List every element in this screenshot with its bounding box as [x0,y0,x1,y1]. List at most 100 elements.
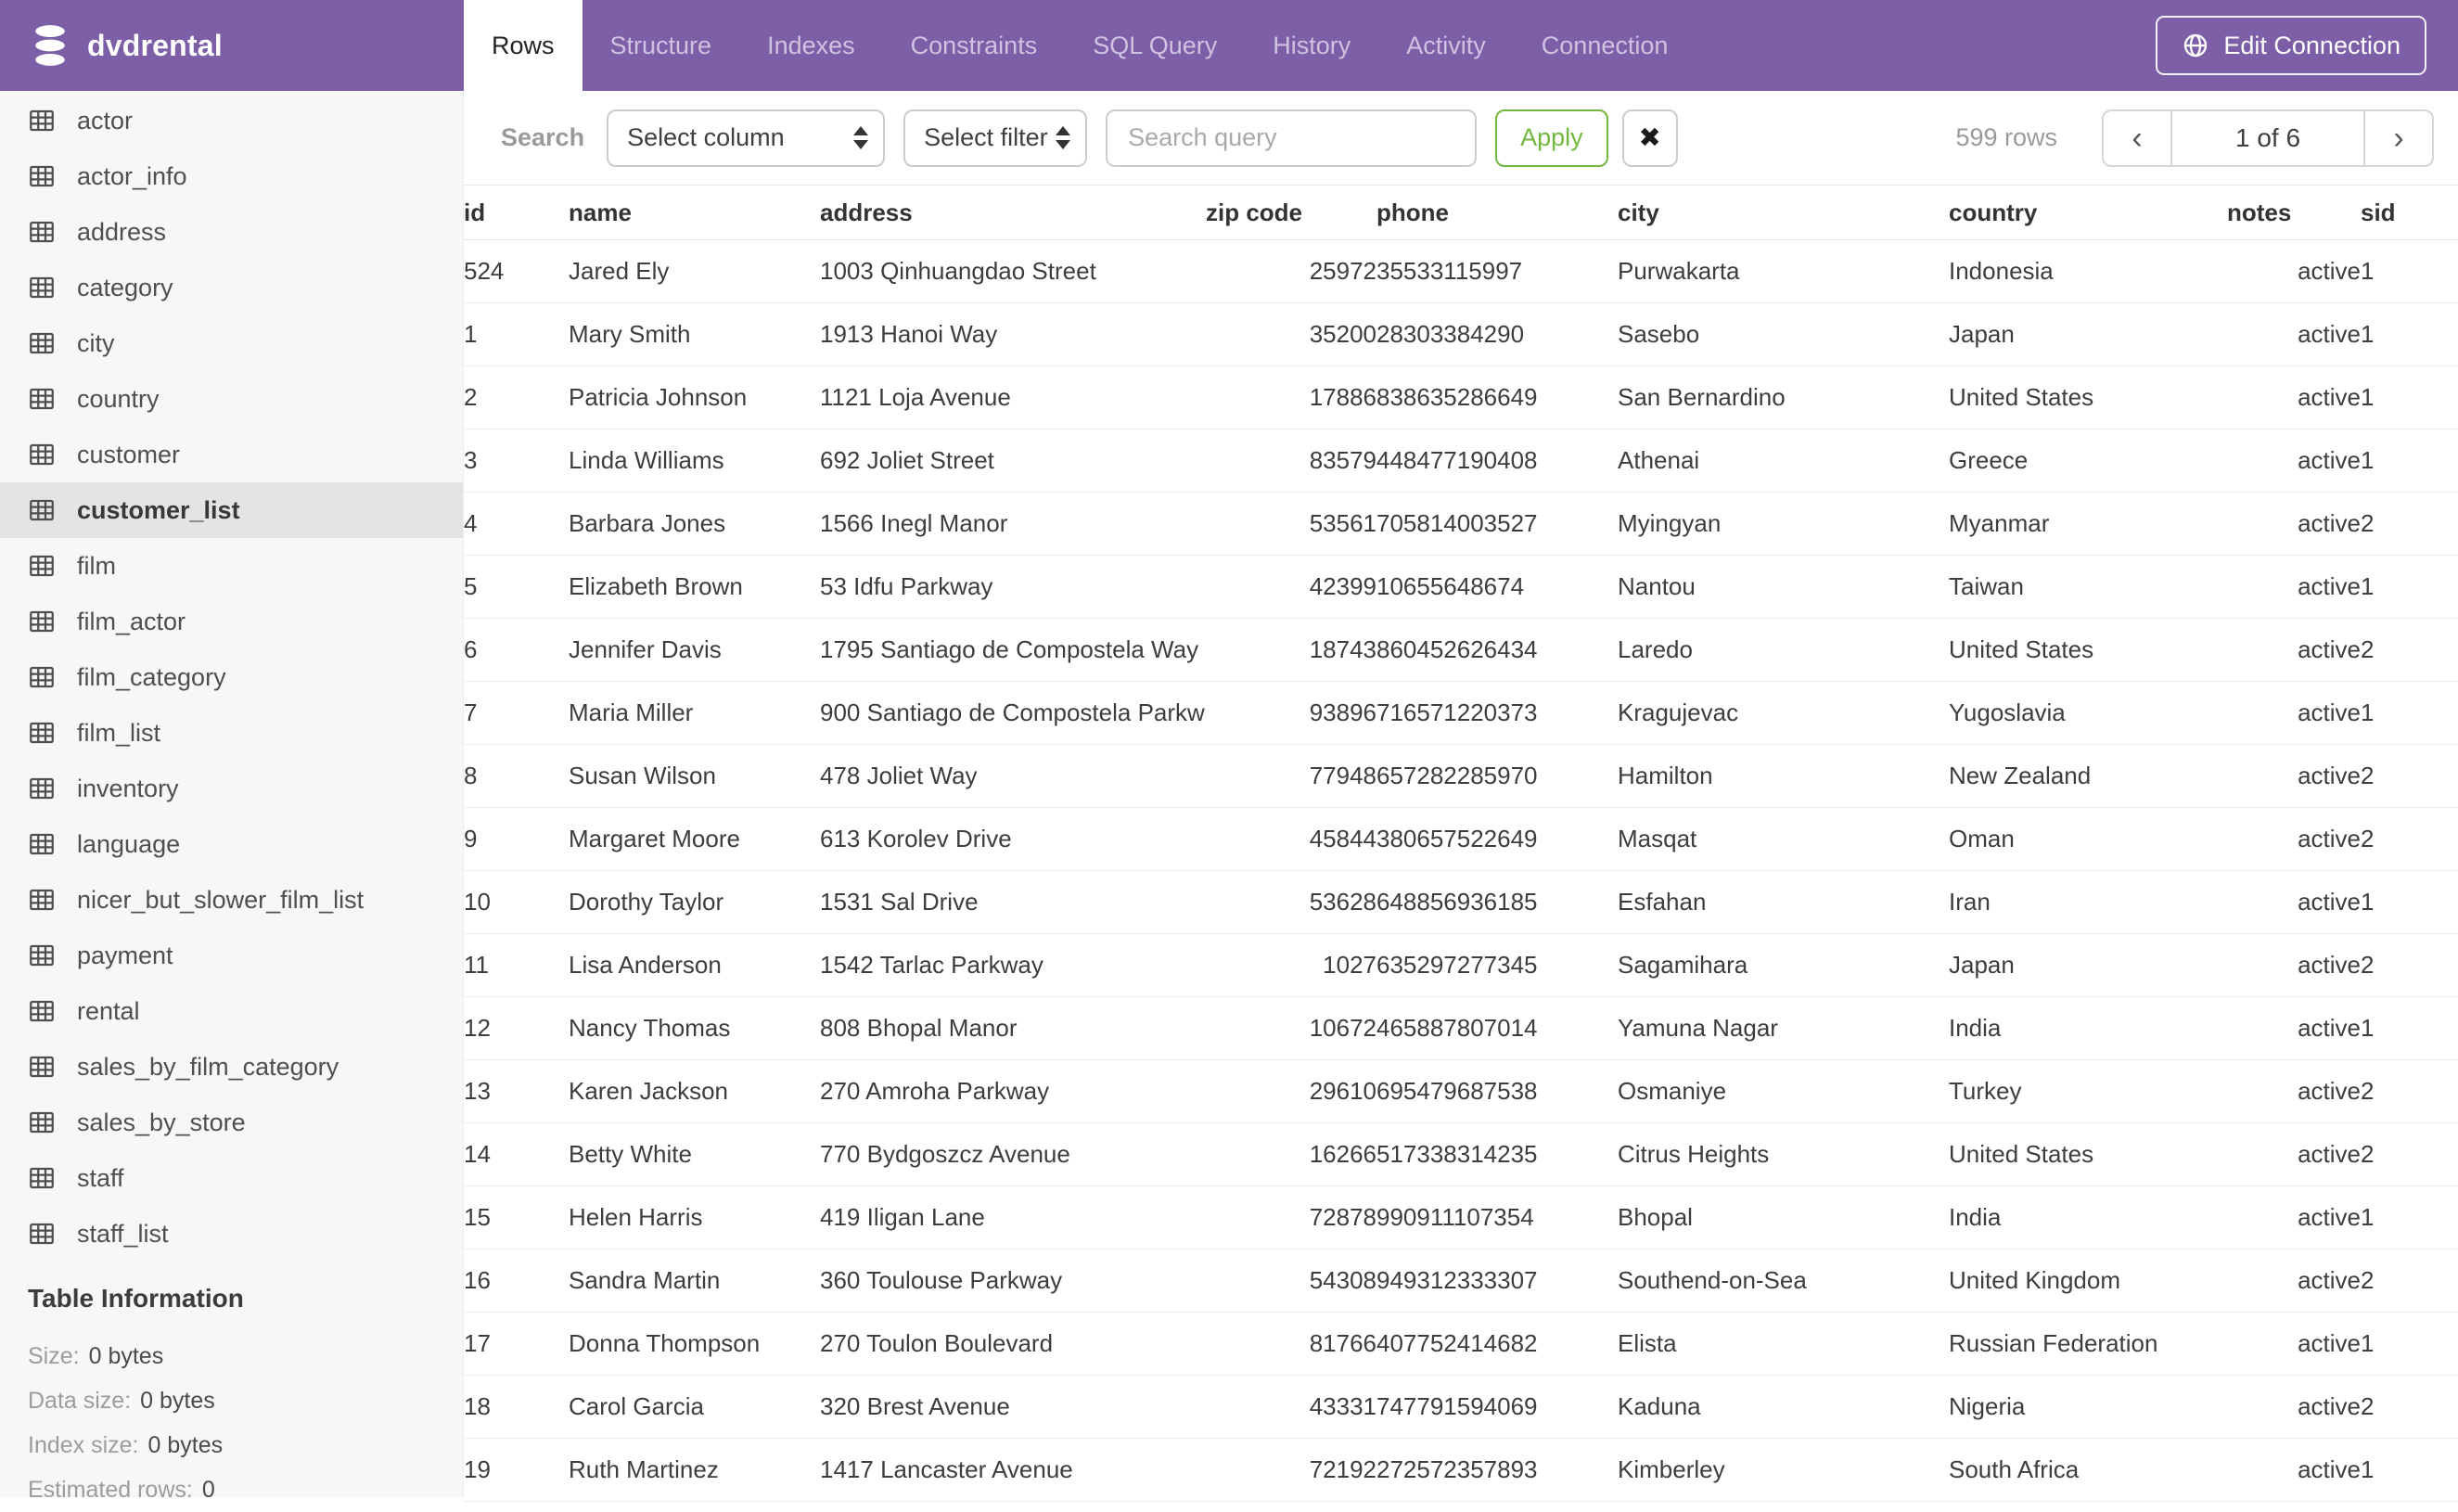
sidebar-item-payment[interactable]: payment [0,928,463,983]
table-row[interactable]: 4 Barbara Jones 1566 Inegl Manor 53561 70581… [464,492,2458,556]
cell-id: 19 [464,1438,569,1502]
tab-sql-query[interactable]: SQL Query [1065,0,1245,91]
sidebar-item-rental[interactable]: rental [0,983,463,1039]
column-header-country[interactable]: country [1949,186,2227,240]
table-row[interactable]: 12 Nancy Thomas 808 Bhopal Manor 10672 46588… [464,996,2458,1060]
tab-activity[interactable]: Activity [1378,0,1514,91]
sidebar-item-city[interactable]: city [0,315,463,371]
cell-sid: 1 [2361,1185,2458,1249]
tab-connection[interactable]: Connection [1514,0,1696,91]
table-row[interactable]: 9 Margaret Moore 613 Korolev Drive 45844 380… [464,807,2458,871]
info-row-estimated-rows-: Estimated rows: 0 [28,1467,463,1512]
table-row[interactable]: 11 Lisa Anderson 1542 Tarlac Parkway 1027 63… [464,933,2458,997]
cell-country: United States [1949,1122,2227,1186]
select-column-dropdown[interactable]: Select column [607,109,886,167]
table-row[interactable]: 524 Jared Ely 1003 Qinhuangdao Street 25972… [464,239,2458,303]
sidebar-item-film[interactable]: film [0,538,463,594]
column-header-notes[interactable]: notes [2227,186,2361,240]
tab-history[interactable]: History [1245,0,1378,91]
sidebar-item-staff-list[interactable]: staff_list [0,1206,463,1262]
cell-country: United Kingdom [1949,1249,2227,1313]
cell-city: Kimberley [1618,1438,1949,1502]
sidebar-item-address[interactable]: address [0,204,463,260]
sidebar-item-label: customer_list [77,495,240,524]
cell-phone: 35533115997 [1376,239,1618,303]
cell-name: Sandra Martin [569,1249,820,1313]
edit-connection-button[interactable]: Edit Connection [2156,16,2426,75]
sidebar-item-film-list[interactable]: film_list [0,705,463,761]
table-row[interactable]: 19 Ruth Martinez 1417 Lancaster Avenue 7219… [464,1438,2458,1502]
sidebar-item-label: category [77,273,173,301]
cell-notes: active [2227,239,2361,303]
tab-rows[interactable]: Rows [464,0,582,91]
table-row[interactable]: 8 Susan Wilson 478 Joliet Way 77948 65728228… [464,744,2458,808]
sidebar-item-actor-info[interactable]: actor_info [0,148,463,204]
column-header-sid[interactable]: sid [2361,186,2458,240]
sidebar-item-film-actor[interactable]: film_actor [0,594,463,649]
cell-city: Athenai [1618,429,1949,493]
table-row[interactable]: 7 Maria Miller 900 Santiago de Compostela … [464,681,2458,745]
sidebar-item-staff[interactable]: staff [0,1150,463,1206]
table-row[interactable]: 5 Elizabeth Brown 53 Idfu Parkway 42399 1065… [464,555,2458,619]
cell-address: 478 Joliet Way [820,744,1206,808]
sidebar-item-customer-list[interactable]: customer_list [0,482,463,538]
select-filter-dropdown[interactable]: Select filter [903,109,1088,167]
table-grid-icon [28,274,56,301]
cell-city: Nantou [1618,555,1949,619]
cell-phone: 448477190408 [1376,429,1618,493]
cell-notes: active [2227,555,2361,619]
sidebar-item-sales-by-store[interactable]: sales_by_store [0,1095,463,1150]
sidebar-item-actor[interactable]: actor [0,93,463,148]
table-row[interactable]: 14 Betty White 770 Bydgoszcz Avenue 16266 51… [464,1122,2458,1186]
column-header-phone[interactable]: phone [1376,186,1618,240]
table-row[interactable]: 10 Dorothy Taylor 1531 Sal Drive 53628 64885… [464,870,2458,934]
tab-structure[interactable]: Structure [582,0,740,91]
cell-id: 13 [464,1059,569,1123]
column-header-name[interactable]: name [569,186,820,240]
tab-constraints[interactable]: Constraints [883,0,1066,91]
table-row[interactable]: 13 Karen Jackson 270 Amroha Parkway 29610 69… [464,1059,2458,1123]
column-header-city[interactable]: city [1618,186,1949,240]
table-row[interactable]: 2 Patricia Johnson 1121 Loja Avenue 17886 83… [464,365,2458,429]
sidebar-item-customer[interactable]: customer [0,427,463,482]
table-information-rows: Size: 0 bytes Data size: 0 bytes Index size:… [28,1334,463,1512]
search-label: Search [501,123,585,151]
table-row[interactable]: 17 Donna Thompson 270 Toulon Boulevard 8176… [464,1312,2458,1376]
column-header-id[interactable]: id [464,186,569,240]
table-grid-icon [28,385,56,413]
table-row[interactable]: 1 Mary Smith 1913 Hanoi Way 35200 2830338429… [464,302,2458,366]
cell-notes: active [2227,618,2361,682]
table-row[interactable]: 18 Carol Garcia 320 Brest Avenue 43331 74779… [464,1375,2458,1439]
next-page-button[interactable]: › [2365,111,2432,165]
clear-search-button[interactable]: ✖ [1621,109,1678,167]
cell-id: 2 [464,365,569,429]
sidebar-item-sales-by-film-category[interactable]: sales_by_film_category [0,1039,463,1095]
cell-sid: 2 [2361,1059,2458,1123]
column-header-zip-code[interactable]: zip code [1206,186,1376,240]
search-query-input[interactable] [1106,109,1478,167]
sidebar-item-country[interactable]: country [0,371,463,427]
table-row[interactable]: 16 Sandra Martin 360 Toulouse Parkway 54308… [464,1249,2458,1313]
cell-address: 1417 Lancaster Avenue [820,1438,1206,1502]
cell-notes: active [2227,365,2361,429]
table-row[interactable]: 3 Linda Williams 692 Joliet Street 83579 448… [464,429,2458,493]
select-filter-value: Select filter [924,123,1048,151]
sidebar-item-category[interactable]: category [0,260,463,315]
table-row[interactable]: 15 Helen Harris 419 Iligan Lane 72878 990911… [464,1185,2458,1249]
sidebar-item-film-category[interactable]: film_category [0,649,463,705]
sidebar-item-language[interactable]: language [0,816,463,872]
tab-indexes[interactable]: Indexes [739,0,883,91]
cell-name: Mary Smith [569,302,820,366]
cell-sid: 1 [2361,1312,2458,1376]
cell-country: Indonesia [1949,239,2227,303]
select-chevrons-icon [853,126,869,149]
sidebar-item-nicer-but-slower-film-list[interactable]: nicer_but_slower_film_list [0,872,463,928]
sidebar-item-inventory[interactable]: inventory [0,761,463,816]
cell-name: Karen Jackson [569,1059,820,1123]
column-header-address[interactable]: address [820,186,1206,240]
apply-button[interactable]: Apply [1495,109,1608,167]
previous-page-button[interactable]: ‹ [2104,111,2170,165]
table-row[interactable]: 6 Jennifer Davis 1795 Santiago de Composte… [464,618,2458,682]
cell-city: Elista [1618,1312,1949,1376]
cell-notes: active [2227,492,2361,556]
